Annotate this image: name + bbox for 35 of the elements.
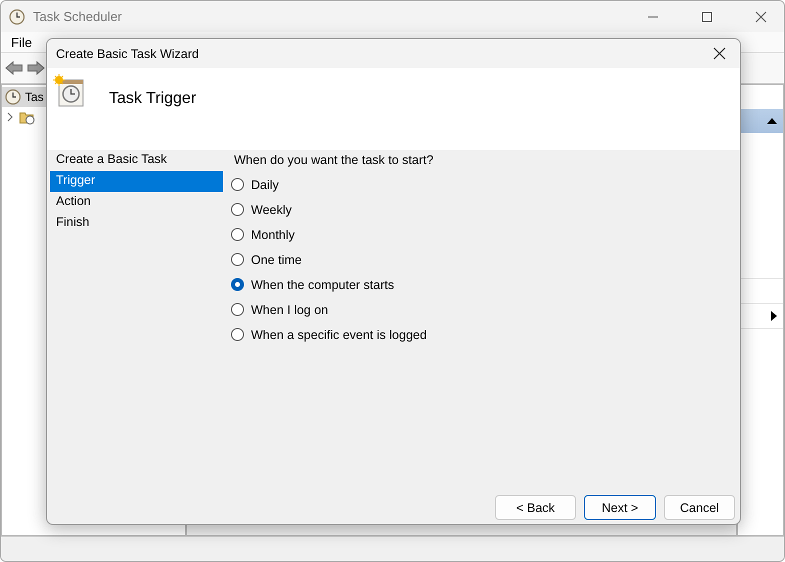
collapse-caret-icon[interactable] bbox=[767, 118, 777, 124]
window-title: Task Scheduler bbox=[33, 9, 123, 24]
radio-label[interactable]: When I log on bbox=[251, 302, 328, 316]
radio-label[interactable]: Weekly bbox=[251, 202, 292, 216]
radio-label[interactable]: One time bbox=[251, 252, 302, 266]
menu-item[interactable]: File bbox=[11, 34, 32, 50]
dialog-button[interactable]: < Back bbox=[495, 495, 576, 520]
dialog-title: Create Basic Task Wizard bbox=[56, 46, 200, 60]
radio-button[interactable] bbox=[231, 228, 244, 241]
calendar-clock-icon bbox=[53, 74, 85, 108]
radio-label[interactable]: Daily bbox=[251, 178, 279, 192]
clock-icon bbox=[5, 89, 21, 105]
submenu-caret-icon[interactable] bbox=[771, 311, 777, 321]
clock-icon bbox=[9, 8, 25, 24]
radio-button[interactable] bbox=[231, 178, 244, 191]
wizard-step[interactable]: Trigger bbox=[50, 171, 223, 192]
dialog-button[interactable]: Next > bbox=[584, 495, 656, 520]
wizard-step[interactable]: Action bbox=[50, 192, 223, 213]
radio-button[interactable] bbox=[231, 203, 244, 216]
radio-label[interactable]: When the computer starts bbox=[251, 278, 394, 292]
back-arrow-icon[interactable] bbox=[5, 60, 23, 76]
chevron-icon[interactable] bbox=[5, 112, 15, 122]
page-heading: Task Trigger bbox=[109, 90, 196, 108]
dialog-button[interactable]: Cancel bbox=[664, 495, 735, 520]
radio-label[interactable]: When a specific event is logged bbox=[251, 328, 427, 342]
radio-button[interactable] bbox=[231, 303, 244, 316]
radio-label[interactable]: Monthly bbox=[251, 228, 295, 242]
radio-button[interactable] bbox=[231, 253, 244, 266]
tree-item[interactable]: Tas bbox=[25, 90, 44, 104]
question-text: When do you want the task to start? bbox=[234, 153, 434, 167]
radio-button[interactable] bbox=[231, 328, 244, 341]
radio-button[interactable] bbox=[231, 278, 244, 291]
forward-arrow-icon[interactable] bbox=[27, 60, 45, 76]
wizard-step[interactable]: Finish bbox=[50, 213, 223, 234]
wizard-step[interactable]: Create a Basic Task bbox=[50, 150, 223, 171]
